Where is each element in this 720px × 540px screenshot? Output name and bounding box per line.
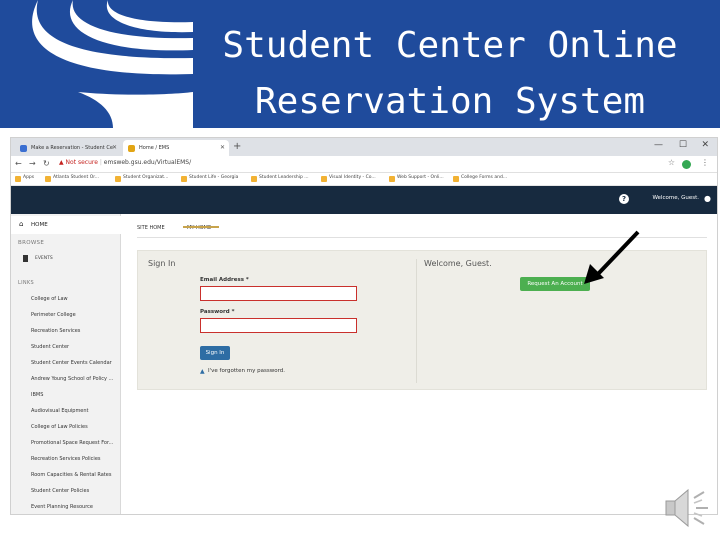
browse-heading: BROWSE: [18, 240, 45, 246]
sidebar-link[interactable]: Audiovisual Equipment: [31, 408, 119, 414]
sidebar-item-home[interactable]: ⌂ HOME: [11, 216, 121, 234]
slide-title-line2: Reservation System: [254, 81, 646, 122]
warning-icon: ▲: [59, 159, 64, 166]
sidebar-link[interactable]: College of Law Policies: [31, 424, 119, 430]
sidebar-link[interactable]: Student Center Events Calendar: [31, 360, 119, 366]
slide-title-line1: Student Center Online: [222, 25, 678, 66]
panel-divider: [416, 259, 417, 383]
browser-tab-ems[interactable]: Home / EMS ✕: [123, 140, 229, 156]
user-icon[interactable]: ●: [704, 194, 711, 203]
welcome-user-link[interactable]: Welcome, Guest.: [652, 195, 699, 201]
menu-icon[interactable]: ⋮: [701, 158, 709, 167]
lock-icon: ▲: [200, 368, 205, 375]
tab-favicon-icon: [128, 145, 135, 152]
sidebar-item-label: HOME: [31, 222, 48, 228]
bookmark-web-support[interactable]: Web Support - Onli...: [389, 175, 444, 182]
bookmark-icon: [23, 255, 28, 262]
sidebar-link[interactable]: Recreation Services: [31, 328, 119, 334]
sidebar-item-label: EVENTS: [35, 256, 53, 261]
sidebar-link[interactable]: Perimeter College: [31, 312, 119, 318]
sidebar-item-events[interactable]: EVENTS: [23, 255, 53, 262]
forgot-password-label: I've forgotten my password.: [208, 368, 285, 374]
tab-bar: Make a Reservation - Student Ce ✕ Home /…: [11, 138, 717, 156]
close-icon[interactable]: ✕: [220, 144, 225, 151]
home-icon: ⌂: [19, 220, 24, 228]
close-window-button[interactable]: ✕: [701, 140, 709, 150]
bookmark-star-icon[interactable]: ☆: [668, 158, 675, 167]
bookmark-apps[interactable]: Apps: [15, 175, 34, 182]
tab-favicon-icon: [20, 145, 27, 152]
extension-icon[interactable]: [682, 160, 691, 169]
links-heading: LINKS: [18, 280, 34, 286]
password-field[interactable]: [200, 318, 357, 333]
maximize-button[interactable]: ☐: [679, 140, 687, 150]
password-label: Password *: [200, 309, 235, 315]
back-icon[interactable]: ←: [15, 159, 22, 168]
app-top-nav: ? Welcome, Guest. ●: [11, 186, 717, 214]
sidebar-link[interactable]: Promotional Space Request For...: [31, 440, 119, 446]
sidebar-link[interactable]: Room Capacities & Rental Rates: [31, 472, 119, 478]
bookmark-student-organizat[interactable]: Student Organizat...: [115, 175, 168, 182]
bookmark-college-forms[interactable]: College Forms and...: [453, 175, 507, 182]
signin-button[interactable]: Sign In: [200, 346, 230, 360]
new-tab-button[interactable]: +: [233, 141, 241, 152]
sidebar-link[interactable]: IBMS: [31, 392, 119, 398]
not-secure-label: Not secure: [65, 159, 98, 166]
sidebar-link[interactable]: Student Center Policies: [31, 488, 119, 494]
bookmark-student-leadership[interactable]: Student Leadership ...: [251, 175, 309, 182]
bookmark-visual-identity[interactable]: Visual Identity - Co...: [321, 175, 376, 182]
bookmarks-bar: Apps Atlanta Student Or... Student Organ…: [11, 173, 717, 186]
welcome-title: Welcome, Guest.: [424, 259, 492, 268]
minimize-button[interactable]: —: [654, 140, 663, 150]
browser-window: Make a Reservation - Student Ce ✕ Home /…: [10, 137, 718, 515]
speaker-icon[interactable]: [660, 484, 714, 532]
sidebar-link[interactable]: Student Center: [31, 344, 119, 350]
email-label: Email Address *: [200, 277, 249, 283]
slide-title: Student Center Online Reservation System: [205, 18, 695, 130]
sidebar: ⌂ HOME BROWSE EVENTS LINKS College of La…: [11, 214, 121, 514]
university-logo: [32, 0, 193, 128]
browser-tab-label: Make a Reservation - Student Ce: [31, 145, 113, 151]
reload-icon[interactable]: ↻: [43, 159, 50, 168]
sidebar-link[interactable]: Recreation Services Policies: [31, 456, 119, 462]
forgot-password-link[interactable]: ▲ I've forgotten my password.: [200, 368, 285, 375]
tab-site-home[interactable]: SITE HOME: [137, 225, 165, 231]
browser-tab-label: Home / EMS: [139, 145, 170, 151]
address-bar: ← → ↻ ▲ Not secure | emsweb.gsu.edu/Virt…: [11, 156, 717, 173]
forward-icon[interactable]: →: [29, 159, 36, 168]
signin-title: Sign In: [148, 259, 176, 268]
active-tab-indicator: [183, 226, 219, 228]
browser-tab-reservation[interactable]: Make a Reservation - Student Ce ✕: [15, 140, 121, 156]
help-icon[interactable]: ?: [619, 194, 629, 204]
sidebar-link[interactable]: College of Law: [31, 296, 119, 302]
bookmark-student-life[interactable]: Student Life - Georgia: [181, 175, 238, 182]
slide-header: Student Center Online Reservation System: [0, 0, 720, 128]
url-text: emsweb.gsu.edu/VirtualEMS/: [103, 159, 192, 166]
close-icon[interactable]: ✕: [112, 144, 117, 151]
url-field[interactable]: ▲ Not secure | emsweb.gsu.edu/VirtualEMS…: [59, 159, 191, 166]
pointer-arrow-icon: [584, 230, 640, 284]
slide: Student Center Online Reservation System…: [0, 0, 720, 540]
sidebar-link[interactable]: Event Planning Resource: [31, 504, 119, 510]
sidebar-link[interactable]: Andrew Young School of Policy ...: [31, 376, 119, 382]
email-field[interactable]: [200, 286, 357, 301]
bookmark-atlanta-student[interactable]: Atlanta Student Or...: [45, 175, 99, 182]
